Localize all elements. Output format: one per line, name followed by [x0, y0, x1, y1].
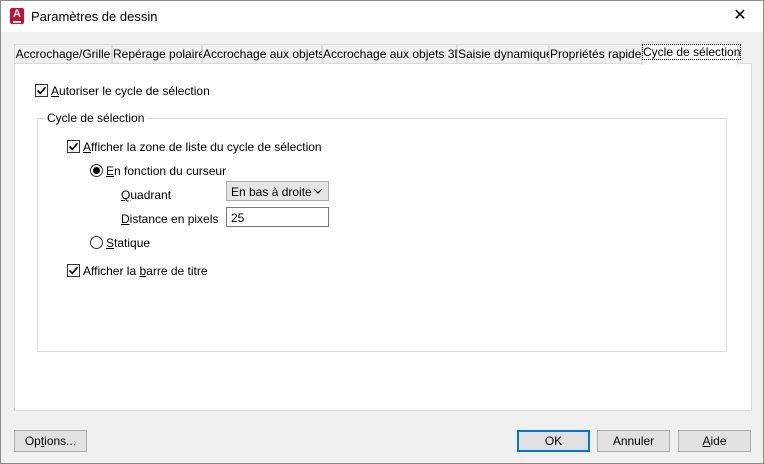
show-titlebar-label: Afficher la barre de titre	[83, 264, 208, 278]
show-list-checkbox[interactable]	[67, 140, 80, 153]
title-bar: A Paramètres de dessin ✕	[1, 1, 763, 32]
ok-button[interactable]: OK	[517, 430, 590, 452]
tab-selection-cycling[interactable]: Cycle de sélection	[641, 42, 742, 65]
distance-label: Distance en pixels	[121, 212, 219, 226]
tab-polar-tracking[interactable]: Repérage polaire	[112, 44, 205, 64]
static-label: Statique	[106, 236, 151, 250]
tab-strip: Accrochage/Grille Repérage polaire Accro…	[14, 42, 754, 65]
distance-input[interactable]: 25	[226, 207, 329, 227]
check-icon	[68, 142, 79, 151]
tab-object-snap[interactable]: Accrochage aux objets	[202, 44, 324, 64]
tab-quick-properties[interactable]: Propriétés rapides	[549, 44, 647, 64]
quadrant-select[interactable]: En bas à droite	[226, 181, 329, 201]
close-button[interactable]: ✕	[717, 1, 763, 32]
distance-value: 25	[231, 211, 245, 225]
tab-snap-grid[interactable]: Accrochage/Grille	[14, 44, 112, 64]
chevron-down-icon	[313, 188, 323, 194]
quadrant-label: Quadrant	[121, 188, 172, 202]
cursor-dependent-label: En fonction du curseur	[106, 164, 227, 178]
allow-cycling-label: Autoriser le cycle de sélection	[51, 84, 210, 98]
tab-3d-object-snap[interactable]: Accrochage aux objets 3D	[322, 44, 463, 64]
tab-dynamic-input[interactable]: Saisie dynamique	[457, 44, 553, 64]
check-icon	[68, 266, 79, 275]
help-button[interactable]: Aide	[678, 430, 751, 452]
close-icon: ✕	[733, 7, 747, 24]
cursor-dependent-radio[interactable]	[90, 164, 103, 177]
window-title: Paramètres de dessin	[31, 9, 158, 24]
quadrant-value: En bas à droite	[231, 185, 312, 199]
check-icon	[36, 86, 47, 95]
allow-cycling-checkbox[interactable]	[35, 84, 48, 97]
show-titlebar-checkbox[interactable]	[67, 264, 80, 277]
group-legend: Cycle de sélection	[45, 111, 147, 125]
selection-cycling-group: Cycle de sélection Afficher la zone de l…	[37, 111, 727, 352]
drawing-settings-dialog: A Paramètres de dessin ✕ Accrochage/Gril…	[0, 0, 764, 464]
show-list-label: Afficher la zone de liste du cycle de sé…	[83, 140, 322, 154]
autocad-app-icon: A	[10, 8, 24, 24]
selection-cycling-panel: Autoriser le cycle de sélection Cycle de…	[14, 63, 752, 411]
options-button[interactable]: Options...	[14, 430, 87, 452]
static-radio[interactable]	[90, 236, 103, 249]
cancel-button[interactable]: Annuler	[597, 430, 670, 452]
